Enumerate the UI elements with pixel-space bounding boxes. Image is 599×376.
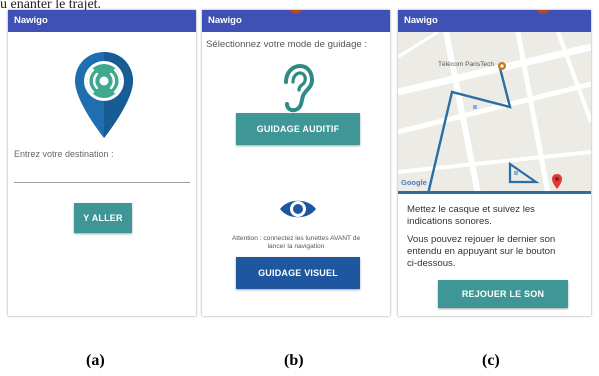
instruction-line: Mettez le casque et suivez les: [407, 204, 535, 215]
map-attribution: Google: [401, 178, 427, 187]
connect-glasses-warning: Attention : connectez les lunettes AVANT…: [202, 235, 390, 251]
visual-guidance-button[interactable]: GUIDAGE VISUEL: [236, 257, 360, 289]
ear-icon: [284, 64, 314, 113]
map-bottom-rule: [398, 191, 591, 194]
notch: [536, 10, 549, 14]
map-place-label: Télécom ParisTech: [438, 61, 495, 68]
eye-icon: [280, 200, 316, 218]
instructions: Mettez le casque et suivez les indicatio…: [407, 204, 587, 270]
audio-guidance-button[interactable]: GUIDAGE AUDITIF: [236, 113, 360, 145]
caption-b: (b): [284, 352, 304, 369]
instruction-line: entendu en appuyant sur le bouton: [407, 246, 556, 257]
map-canvas: [398, 32, 591, 194]
app-title: Nawigo: [14, 15, 48, 26]
notch: [290, 10, 302, 14]
caption-c: (c): [482, 352, 500, 369]
mode-prompt: Sélectionnez votre mode de guidage :: [206, 39, 368, 50]
app-bar: Nawigo: [398, 10, 591, 32]
destination-input[interactable]: [14, 174, 190, 183]
screen-c: Nawigo Télécom ParisTech Google Mettez l…: [398, 10, 591, 316]
caption-a: (a): [86, 352, 105, 369]
warning-line: Attention : connectez les lunettes AVANT…: [231, 235, 361, 242]
instruction-line: indications sonores.: [407, 216, 492, 227]
screen-b: Nawigo Sélectionnez votre mode de guidag…: [202, 10, 390, 316]
screen-a: Nawigo Entrez votre destination : Y ALLE…: [8, 10, 196, 316]
app-bar: Nawigo: [8, 10, 196, 32]
replay-sound-button[interactable]: REJOUER LE SON: [438, 280, 568, 308]
app-title: Nawigo: [404, 15, 438, 26]
instruction-line: ci-dessous.: [407, 258, 456, 269]
warning-line: lancer la navigation: [267, 243, 325, 250]
app-bar: Nawigo: [202, 10, 390, 32]
instruction-line: Vous pouvez rejouer le dernier son: [407, 234, 556, 245]
location-pin-broadcast-icon: [75, 52, 133, 138]
go-button[interactable]: Y ALLER: [74, 203, 132, 233]
destination-label: Entrez votre destination :: [14, 149, 114, 159]
app-title: Nawigo: [208, 15, 242, 26]
destination-marker-icon: [552, 174, 562, 189]
map-view[interactable]: Télécom ParisTech Google: [398, 32, 591, 194]
